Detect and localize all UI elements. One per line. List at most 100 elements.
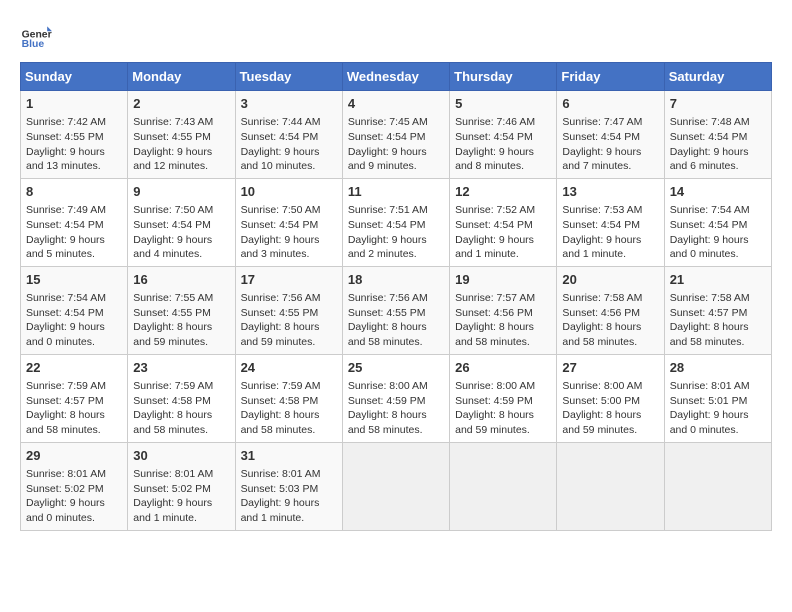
day-info: Sunrise: 7:49 AMSunset: 4:54 PMDaylight:…: [26, 204, 106, 260]
day-number: 13: [562, 183, 658, 201]
calendar-day-cell: 11 Sunrise: 7:51 AMSunset: 4:54 PMDayligh…: [342, 178, 449, 266]
day-number: 9: [133, 183, 229, 201]
day-of-week-header: Tuesday: [235, 63, 342, 91]
day-of-week-header: Friday: [557, 63, 664, 91]
day-info: Sunrise: 7:59 AMSunset: 4:57 PMDaylight:…: [26, 380, 106, 436]
day-number: 12: [455, 183, 551, 201]
day-of-week-header: Saturday: [664, 63, 771, 91]
day-info: Sunrise: 8:01 AMSunset: 5:02 PMDaylight:…: [26, 468, 106, 524]
day-info: Sunrise: 7:59 AMSunset: 4:58 PMDaylight:…: [133, 380, 213, 436]
calendar-day-cell: 27Sunrise: 8:00 AMSunset: 5:00 PMDayligh…: [557, 354, 664, 442]
day-number: 26: [455, 359, 551, 377]
day-number: 3: [241, 95, 337, 113]
day-number: 2: [133, 95, 229, 113]
day-number: 4: [348, 95, 444, 113]
calendar-day-cell: 17Sunrise: 7:56 AMSunset: 4:55 PMDayligh…: [235, 266, 342, 354]
day-number: 19: [455, 271, 551, 289]
calendar-day-cell: [664, 442, 771, 530]
day-number: 28: [670, 359, 766, 377]
calendar-day-cell: 1 Sunrise: 7:42 AMSunset: 4:55 PMDaylight…: [21, 91, 128, 179]
calendar-day-cell: 20 Sunrise: 7:58 AMSunset: 4:56 PMDayligh…: [557, 266, 664, 354]
calendar-day-cell: 30Sunrise: 8:01 AMSunset: 5:02 PMDayligh…: [128, 442, 235, 530]
day-number: 11: [348, 183, 444, 201]
calendar-day-cell: 24 Sunrise: 7:59 AMSunset: 4:58 PMDayligh…: [235, 354, 342, 442]
calendar-day-cell: 29 Sunrise: 8:01 AMSunset: 5:02 PMDayligh…: [21, 442, 128, 530]
day-number: 29: [26, 447, 122, 465]
calendar-week-row: 15 Sunrise: 7:54 AMSunset: 4:54 PMDayligh…: [21, 266, 772, 354]
day-number: 18: [348, 271, 444, 289]
calendar-day-cell: [342, 442, 449, 530]
day-info: Sunrise: 7:42 AMSunset: 4:55 PMDaylight:…: [26, 116, 106, 172]
calendar-week-row: 22 Sunrise: 7:59 AMSunset: 4:57 PMDayligh…: [21, 354, 772, 442]
day-number: 5: [455, 95, 551, 113]
logo: General Blue: [20, 20, 52, 52]
day-info: Sunrise: 7:56 AMSunset: 4:55 PMDaylight:…: [241, 292, 321, 348]
calendar-day-cell: 22 Sunrise: 7:59 AMSunset: 4:57 PMDayligh…: [21, 354, 128, 442]
day-info: Sunrise: 8:01 AMSunset: 5:03 PMDaylight:…: [241, 468, 321, 524]
calendar-day-cell: 23 Sunrise: 7:59 AMSunset: 4:58 PMDayligh…: [128, 354, 235, 442]
day-info: Sunrise: 7:51 AMSunset: 4:54 PMDaylight:…: [348, 204, 428, 260]
calendar-day-cell: [450, 442, 557, 530]
day-number: 22: [26, 359, 122, 377]
calendar-day-cell: 9 Sunrise: 7:50 AMSunset: 4:54 PMDaylight…: [128, 178, 235, 266]
day-number: 8: [26, 183, 122, 201]
calendar-day-cell: 31 Sunrise: 8:01 AMSunset: 5:03 PMDayligh…: [235, 442, 342, 530]
calendar-day-cell: 12 Sunrise: 7:52 AMSunset: 4:54 PMDayligh…: [450, 178, 557, 266]
day-of-week-header: Sunday: [21, 63, 128, 91]
calendar-day-cell: 18 Sunrise: 7:56 AMSunset: 4:55 PMDayligh…: [342, 266, 449, 354]
day-number: 16: [133, 271, 229, 289]
calendar-day-cell: 16Sunrise: 7:55 AMSunset: 4:55 PMDayligh…: [128, 266, 235, 354]
page-header: General Blue: [20, 20, 772, 52]
calendar-day-cell: 3Sunrise: 7:44 AMSunset: 4:54 PMDaylight…: [235, 91, 342, 179]
calendar-week-row: 1 Sunrise: 7:42 AMSunset: 4:55 PMDaylight…: [21, 91, 772, 179]
calendar-day-cell: 28 Sunrise: 8:01 AMSunset: 5:01 PMDayligh…: [664, 354, 771, 442]
calendar-day-cell: 19 Sunrise: 7:57 AMSunset: 4:56 PMDayligh…: [450, 266, 557, 354]
day-info: Sunrise: 7:57 AMSunset: 4:56 PMDaylight:…: [455, 292, 535, 348]
day-info: Sunrise: 8:01 AMSunset: 5:01 PMDaylight:…: [670, 380, 750, 436]
calendar-day-cell: 25Sunrise: 8:00 AMSunset: 4:59 PMDayligh…: [342, 354, 449, 442]
day-number: 21: [670, 271, 766, 289]
day-number: 23: [133, 359, 229, 377]
day-number: 27: [562, 359, 658, 377]
calendar-day-cell: 7Sunrise: 7:48 AMSunset: 4:54 PMDaylight…: [664, 91, 771, 179]
calendar-day-cell: 10 Sunrise: 7:50 AMSunset: 4:54 PMDayligh…: [235, 178, 342, 266]
day-number: 14: [670, 183, 766, 201]
calendar-day-cell: 5 Sunrise: 7:46 AMSunset: 4:54 PMDaylight…: [450, 91, 557, 179]
day-info: Sunrise: 7:54 AMSunset: 4:54 PMDaylight:…: [670, 204, 750, 260]
day-info: Sunrise: 7:56 AMSunset: 4:55 PMDaylight:…: [348, 292, 428, 348]
day-info: Sunrise: 7:53 AMSunset: 4:54 PMDaylight:…: [562, 204, 642, 260]
day-number: 25: [348, 359, 444, 377]
day-info: Sunrise: 8:00 AMSunset: 4:59 PMDaylight:…: [455, 380, 535, 436]
calendar-day-cell: 2Sunrise: 7:43 AMSunset: 4:55 PMDaylight…: [128, 91, 235, 179]
day-info: Sunrise: 7:47 AMSunset: 4:54 PMDaylight:…: [562, 116, 642, 172]
day-info: Sunrise: 7:58 AMSunset: 4:56 PMDaylight:…: [562, 292, 642, 348]
calendar-day-cell: 26 Sunrise: 8:00 AMSunset: 4:59 PMDayligh…: [450, 354, 557, 442]
day-number: 31: [241, 447, 337, 465]
calendar-day-cell: [557, 442, 664, 530]
day-info: Sunrise: 7:59 AMSunset: 4:58 PMDaylight:…: [241, 380, 321, 436]
day-number: 24: [241, 359, 337, 377]
day-info: Sunrise: 7:52 AMSunset: 4:54 PMDaylight:…: [455, 204, 535, 260]
day-number: 10: [241, 183, 337, 201]
day-info: Sunrise: 7:50 AMSunset: 4:54 PMDaylight:…: [241, 204, 321, 260]
day-info: Sunrise: 7:46 AMSunset: 4:54 PMDaylight:…: [455, 116, 535, 172]
calendar-week-row: 8 Sunrise: 7:49 AMSunset: 4:54 PMDaylight…: [21, 178, 772, 266]
calendar-day-cell: 13 Sunrise: 7:53 AMSunset: 4:54 PMDayligh…: [557, 178, 664, 266]
calendar-day-cell: 8 Sunrise: 7:49 AMSunset: 4:54 PMDaylight…: [21, 178, 128, 266]
calendar-day-cell: 14 Sunrise: 7:54 AMSunset: 4:54 PMDayligh…: [664, 178, 771, 266]
calendar-day-cell: 4Sunrise: 7:45 AMSunset: 4:54 PMDaylight…: [342, 91, 449, 179]
day-number: 20: [562, 271, 658, 289]
calendar-day-cell: 6 Sunrise: 7:47 AMSunset: 4:54 PMDaylight…: [557, 91, 664, 179]
day-info: Sunrise: 7:54 AMSunset: 4:54 PMDaylight:…: [26, 292, 106, 348]
day-number: 1: [26, 95, 122, 113]
day-number: 6: [562, 95, 658, 113]
day-info: Sunrise: 8:01 AMSunset: 5:02 PMDaylight:…: [133, 468, 213, 524]
day-of-week-header: Wednesday: [342, 63, 449, 91]
day-number: 15: [26, 271, 122, 289]
day-of-week-header: Thursday: [450, 63, 557, 91]
calendar-header-row: SundayMondayTuesdayWednesdayThursdayFrid…: [21, 63, 772, 91]
calendar-week-row: 29 Sunrise: 8:01 AMSunset: 5:02 PMDayligh…: [21, 442, 772, 530]
day-number: 7: [670, 95, 766, 113]
day-info: Sunrise: 7:58 AMSunset: 4:57 PMDaylight:…: [670, 292, 750, 348]
day-info: Sunrise: 7:50 AMSunset: 4:54 PMDaylight:…: [133, 204, 213, 260]
